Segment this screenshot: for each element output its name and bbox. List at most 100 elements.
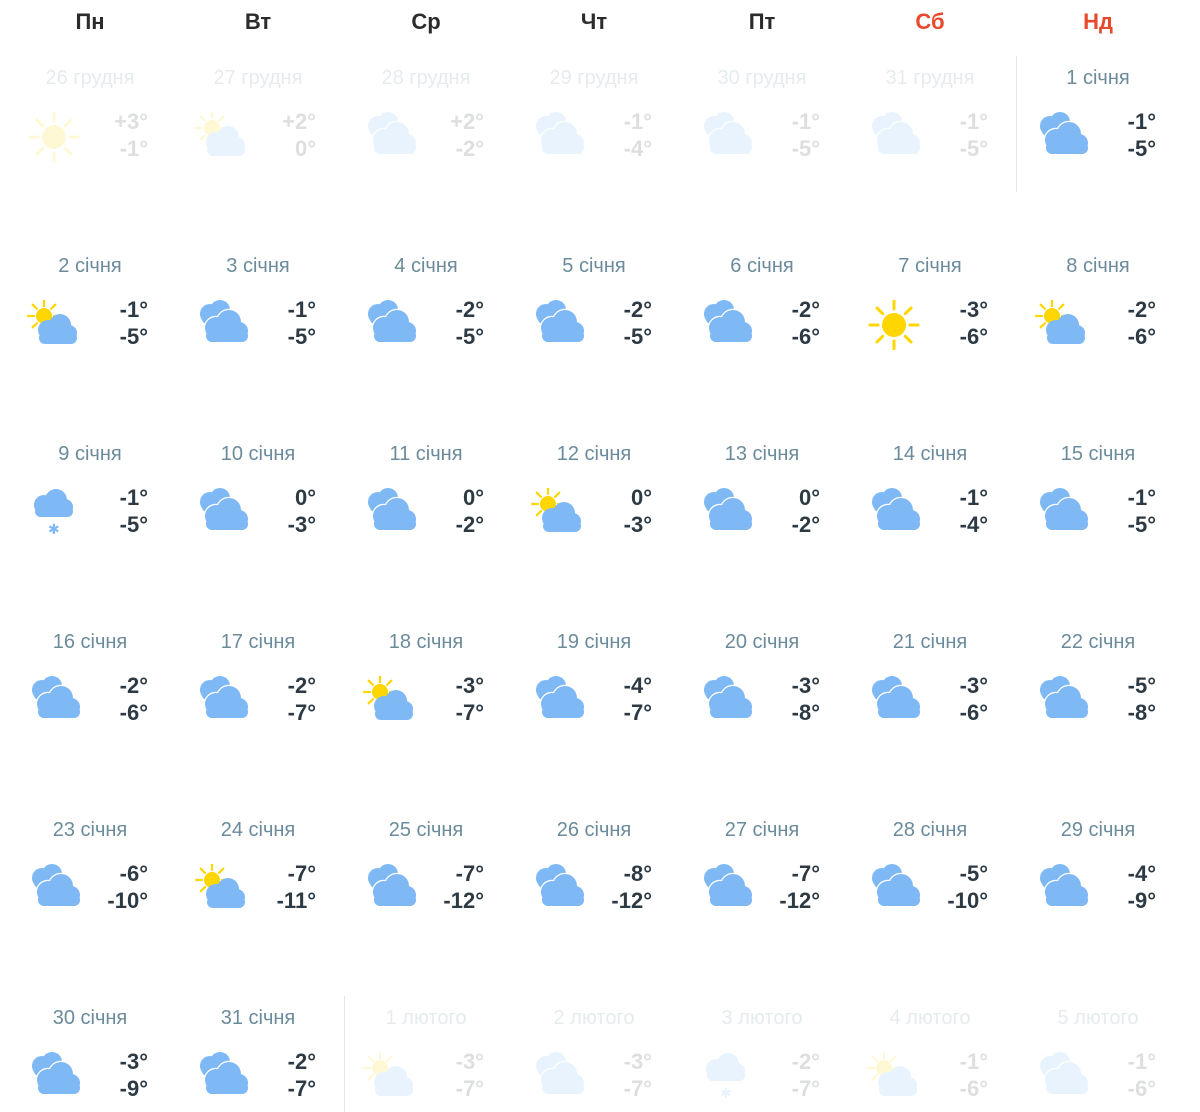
day-cell[interactable]: 13 січня 0° -2° [678, 434, 846, 584]
weekday-label: Чт [580, 9, 608, 34]
temp-high: -2° [1127, 297, 1156, 322]
day-cell[interactable]: 1 лютого -3° -7° [342, 998, 510, 1112]
weekday-label: Сб [915, 9, 945, 34]
temp-high: -3° [959, 297, 988, 322]
partly-cloudy-icon [362, 674, 418, 726]
day-cell[interactable]: 4 лютого -1° -6° [846, 998, 1014, 1112]
day-date: 9 січня [58, 443, 122, 465]
month-end-divider [344, 996, 345, 1112]
day-cell[interactable]: 19 січня -4° -7° [510, 622, 678, 772]
day-cell[interactable]: 23 січня -6° -10° [6, 810, 174, 960]
cloudy-icon [698, 676, 754, 726]
day-cell[interactable]: 4 січня -2° -5° [342, 246, 510, 396]
day-cell[interactable]: 27 січня -7° -12° [678, 810, 846, 960]
temp-low: -12° [443, 888, 484, 913]
temp-high: -3° [959, 673, 988, 698]
day-cell[interactable]: 15 січня -1° -5° [1014, 434, 1182, 584]
day-cell[interactable]: 12 січня 0° -3° [510, 434, 678, 584]
day-cell[interactable]: 21 січня -3° -6° [846, 622, 1014, 772]
day-cell[interactable]: 31 грудня -1° -5° [846, 58, 1014, 208]
day-cell[interactable]: 20 січня -3° -8° [678, 622, 846, 772]
cloudy-icon [866, 112, 922, 162]
cloudy-icon [530, 864, 586, 914]
day-cell[interactable]: 5 лютого -1° -6° [1014, 998, 1182, 1112]
temp-low: -5° [287, 324, 316, 349]
day-cell[interactable]: 30 січня -3° -9° [6, 998, 174, 1112]
day-cell[interactable]: 28 грудня +2° -2° [342, 58, 510, 208]
temp-low: -5° [791, 136, 820, 161]
day-date: 17 січня [220, 631, 296, 653]
day-date: 21 січня [892, 631, 968, 653]
day-cell[interactable]: 14 січня -1° -4° [846, 434, 1014, 584]
week-row: 23 січня -6° -10° 24 січня -7° -11° 25 с… [6, 810, 1182, 960]
day-cell[interactable]: 2 січня -1° -5° [6, 246, 174, 396]
day-cell[interactable]: 25 січня -7° -12° [342, 810, 510, 960]
svg-text:✱: ✱ [720, 1086, 732, 1102]
temp-low: -6° [119, 700, 148, 725]
day-date: 22 січня [1060, 631, 1136, 653]
cloudy-icon [1034, 488, 1090, 538]
day-cell[interactable]: 31 січня -2° -7° [174, 998, 342, 1112]
day-cell[interactable]: 9 січня ✱ -1° -5° [6, 434, 174, 584]
temp-high: -1° [1127, 485, 1156, 510]
day-cell[interactable]: 16 січня -2° -6° [6, 622, 174, 772]
day-cell[interactable]: 1 січня -1° -5° [1014, 58, 1182, 208]
day-cell[interactable]: 3 січня -1° -5° [174, 246, 342, 396]
temp-high: -2° [119, 673, 148, 698]
cloudy-icon [530, 1052, 586, 1102]
temp-high: -8° [623, 861, 652, 886]
day-date: 2 січня [58, 255, 122, 277]
day-cell[interactable]: 11 січня 0° -2° [342, 434, 510, 584]
temp-low: -6° [1127, 324, 1156, 349]
day-cell[interactable]: 30 грудня -1° -5° [678, 58, 846, 208]
day-date: 19 січня [556, 631, 632, 653]
day-cell[interactable]: 5 січня -2° -5° [510, 246, 678, 396]
temp-high: +3° [114, 109, 148, 134]
day-date: 30 січня [52, 1007, 128, 1029]
weekday-label: Нд [1083, 9, 1113, 34]
weekday-label: Пн [75, 9, 105, 34]
day-date: 1 лютого [385, 1007, 467, 1029]
temp-low: -7° [455, 700, 484, 725]
temp-high: -6° [119, 861, 148, 886]
temp-high: -1° [119, 485, 148, 510]
day-date: 3 лютого [721, 1007, 803, 1029]
weekday-label: Пт [748, 9, 776, 34]
temp-low: -5° [119, 512, 148, 537]
day-cell[interactable]: 26 січня -8° -12° [510, 810, 678, 960]
temp-low: -6° [959, 1076, 988, 1101]
weekday-header: Пн Вт Ср Чт Пт Сб Нд [6, 4, 1182, 40]
day-cell[interactable]: 17 січня -2° -7° [174, 622, 342, 772]
day-date: 5 січня [562, 255, 626, 277]
day-cell[interactable]: 24 січня -7° -11° [174, 810, 342, 960]
day-cell[interactable]: 27 грудня +2° 0° [174, 58, 342, 208]
day-cell[interactable]: 29 січня -4° -9° [1014, 810, 1182, 960]
day-date: 15 січня [1060, 443, 1136, 465]
cloudy-icon [698, 864, 754, 914]
day-cell[interactable]: 26 грудня +3° -1° [6, 58, 174, 208]
day-cell[interactable]: 7 січня -3° -6° [846, 246, 1014, 396]
day-cell[interactable]: 22 січня -5° -8° [1014, 622, 1182, 772]
partly-cloudy-icon [530, 486, 586, 538]
cloudy-icon [698, 112, 754, 162]
day-cell[interactable]: 10 січня 0° -3° [174, 434, 342, 584]
day-cell[interactable]: 28 січня -5° -10° [846, 810, 1014, 960]
cloudy-icon [26, 676, 82, 726]
day-cell[interactable]: 8 січня -2° -6° [1014, 246, 1182, 396]
temp-low: -1° [119, 136, 148, 161]
temp-low: -10° [947, 888, 988, 913]
day-cell[interactable]: 6 січня -2° -6° [678, 246, 846, 396]
day-cell[interactable]: 29 грудня -1° -4° [510, 58, 678, 208]
temp-high: -3° [119, 1049, 148, 1074]
day-date: 18 січня [388, 631, 464, 653]
week-row: 26 грудня +3° -1° 27 грудня +2° 0° 28 грудня [6, 58, 1182, 208]
temp-high: -4° [1127, 861, 1156, 886]
day-cell[interactable]: 2 лютого -3° -7° [510, 998, 678, 1112]
temp-high: -4° [623, 673, 652, 698]
temp-high: -7° [287, 861, 316, 886]
day-cell[interactable]: 3 лютого ✱ -2° -7° [678, 998, 846, 1112]
temp-high: +2° [450, 109, 484, 134]
day-cell[interactable]: 18 січня -3° -7° [342, 622, 510, 772]
day-date: 26 грудня [45, 67, 135, 89]
temp-high: -1° [959, 1049, 988, 1074]
